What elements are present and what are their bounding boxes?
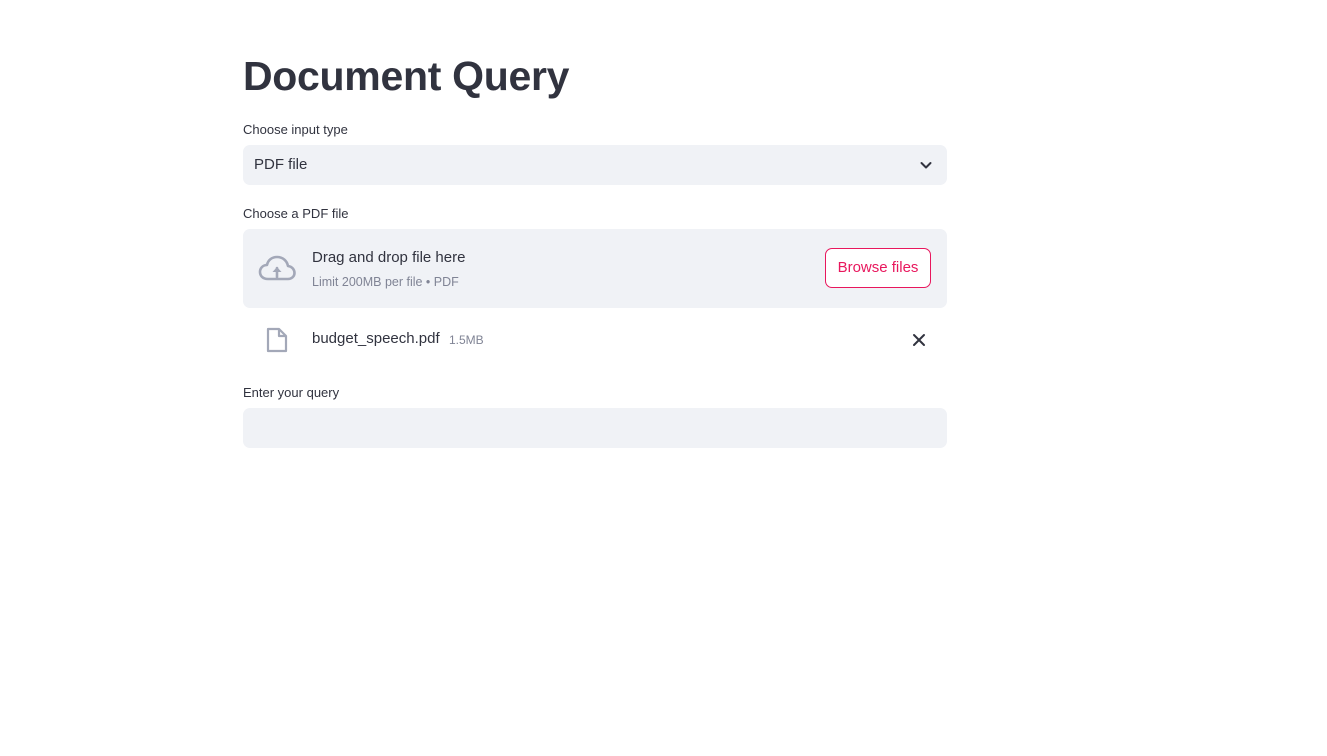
uploaded-file-size: 1.5MB — [449, 333, 484, 347]
pdf-uploader-label: Choose a PDF file — [243, 206, 349, 221]
dropzone-instructions: Drag and drop file here — [312, 249, 466, 266]
page-title: Document Query — [243, 53, 570, 99]
query-label: Enter your query — [243, 385, 340, 400]
input-type-selected-value: PDF file — [254, 156, 308, 173]
query-input[interactable] — [243, 408, 947, 448]
file-icon — [266, 327, 288, 353]
chevron-down-icon — [920, 162, 932, 169]
close-icon[interactable] — [909, 330, 929, 350]
input-type-select[interactable]: PDF file — [243, 145, 947, 185]
uploaded-file-name: budget_speech.pdf — [312, 330, 440, 347]
upload-limit-text: Limit 200MB per file • PDF — [312, 275, 459, 289]
file-dropzone[interactable]: Drag and drop file here Limit 200MB per … — [243, 229, 947, 308]
input-type-label: Choose input type — [243, 122, 348, 137]
uploaded-file-row: budget_speech.pdf 1.5MB — [243, 320, 947, 360]
cloud-upload-icon — [258, 255, 296, 281]
browse-files-button[interactable]: Browse files — [825, 248, 931, 288]
app-page: Document Query Choose input type PDF fil… — [0, 0, 1327, 756]
